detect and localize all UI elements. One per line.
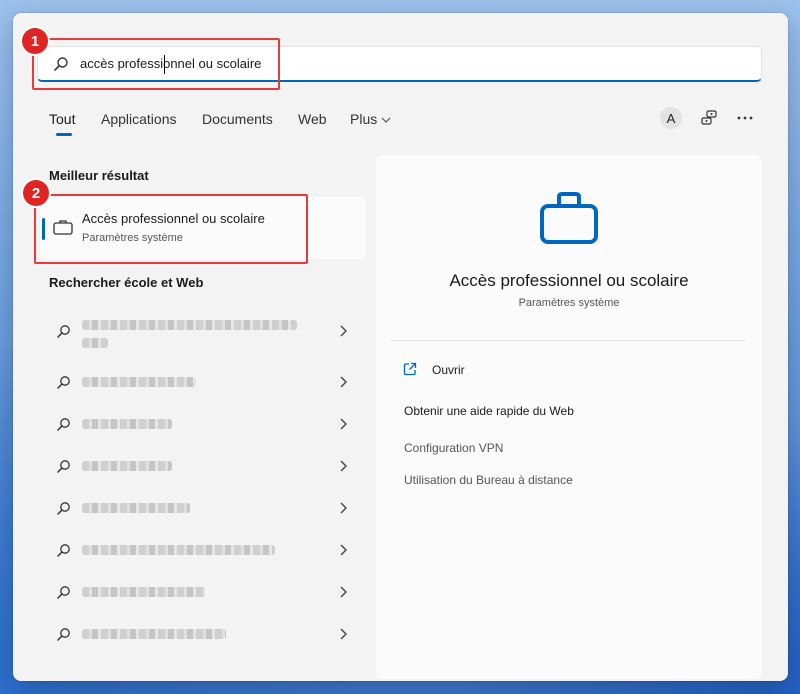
search-icon: [57, 586, 70, 599]
more-options-icon[interactable]: [736, 110, 754, 126]
chevron-right-icon: [340, 502, 347, 514]
chevron-right-icon: [340, 586, 347, 598]
chevron-right-icon: [340, 460, 347, 472]
tab-applications[interactable]: Applications: [101, 111, 177, 127]
chevron-right-icon: [340, 376, 347, 388]
help-link-remote-desktop[interactable]: Utilisation du Bureau à distance: [404, 473, 573, 487]
search-icon: [57, 628, 70, 641]
callout-box-search: [32, 38, 280, 90]
search-icon: [57, 418, 70, 431]
tab-all[interactable]: Tout: [49, 111, 75, 127]
web-suggestion[interactable]: [40, 531, 366, 571]
search-icon: [57, 325, 70, 338]
blurred-text: [82, 587, 205, 597]
org-switch-icon[interactable]: [700, 110, 718, 126]
details-title: Accès professionnel ou scolaire: [449, 271, 689, 290]
tab-more[interactable]: Plus: [350, 111, 391, 127]
web-suggestion[interactable]: [40, 363, 366, 403]
blurred-text: [82, 545, 275, 555]
blurred-text: [82, 320, 297, 330]
details-pane: Accès professionnel ou scolaire Paramètr…: [376, 155, 762, 679]
chevron-down-icon: [381, 117, 391, 124]
tab-documents[interactable]: Documents: [202, 111, 273, 127]
web-suggestion[interactable]: [40, 489, 366, 529]
open-external-icon: [403, 362, 417, 376]
chevron-right-icon: [340, 628, 347, 640]
search-icon: [57, 376, 70, 389]
briefcase-icon: [540, 192, 598, 244]
chevron-right-icon: [340, 418, 347, 430]
blurred-text: [82, 419, 172, 429]
tab-more-label: Plus: [350, 111, 378, 127]
chevron-right-icon: [340, 544, 347, 556]
open-action[interactable]: Ouvrir: [432, 363, 465, 377]
blurred-text: [82, 503, 190, 513]
web-suggestion[interactable]: [40, 405, 366, 445]
active-tab-indicator: [56, 133, 72, 136]
web-section-heading: Rechercher école et Web: [49, 275, 204, 290]
chevron-right-icon: [340, 325, 347, 337]
blurred-text: [82, 338, 108, 348]
web-suggestion[interactable]: [40, 573, 366, 613]
best-match-heading: Meilleur résultat: [49, 168, 149, 183]
blurred-text: [82, 377, 196, 387]
details-subtitle: Paramètres système: [518, 297, 620, 309]
web-suggestion[interactable]: [40, 615, 366, 655]
search-icon: [57, 460, 70, 473]
callout-badge-1: 1: [22, 28, 48, 54]
tab-web[interactable]: Web: [298, 111, 327, 127]
blurred-text: [82, 629, 226, 639]
web-help-heading: Obtenir une aide rapide du Web: [404, 404, 574, 418]
help-link-vpn[interactable]: Configuration VPN: [404, 441, 503, 455]
web-suggestion[interactable]: [40, 312, 366, 352]
callout-box-best-match: [34, 194, 308, 264]
blurred-text: [82, 461, 172, 471]
search-icon: [57, 502, 70, 515]
search-icon: [57, 544, 70, 557]
web-suggestion[interactable]: [40, 447, 366, 487]
account-avatar[interactable]: A: [660, 107, 682, 129]
callout-badge-2: 2: [23, 180, 49, 206]
divider: [390, 340, 746, 341]
